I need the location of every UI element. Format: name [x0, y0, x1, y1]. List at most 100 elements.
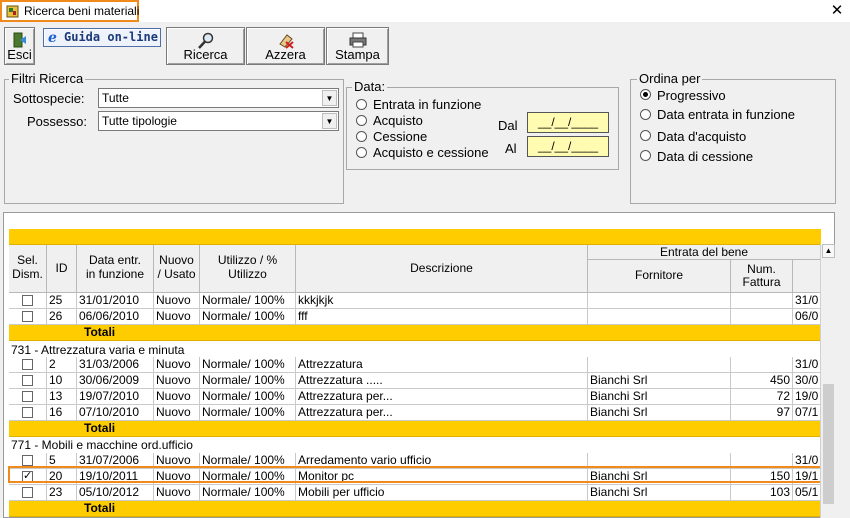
- cell-utilizzo[interactable]: Normale/ 100%: [200, 357, 296, 373]
- cell-utilizzo[interactable]: Normale/ 100%: [200, 309, 296, 325]
- cell-nuovo[interactable]: Nuovo: [154, 373, 200, 389]
- cell-fattura[interactable]: 450: [731, 373, 793, 389]
- header-id[interactable]: ID: [47, 245, 77, 293]
- guida-online-button[interactable]: e Guida on-line: [43, 28, 161, 47]
- cell-id[interactable]: 2: [47, 357, 77, 373]
- cell-fattura[interactable]: 103: [731, 485, 793, 501]
- radio-data-acquisto[interactable]: [640, 130, 651, 141]
- cell-data[interactable]: 31/03/2006: [77, 357, 154, 373]
- header-num-fattura[interactable]: Num. Fattura: [731, 260, 793, 293]
- cell-fattura[interactable]: [731, 293, 793, 309]
- cell-fornitore[interactable]: Bianchi Srl: [588, 389, 731, 405]
- cell-id[interactable]: 10: [47, 373, 77, 389]
- dismiss-checkbox[interactable]: [22, 375, 33, 386]
- chevron-down-icon[interactable]: ▼: [322, 113, 337, 129]
- cell-fattura[interactable]: [731, 309, 793, 325]
- cell-utilizzo[interactable]: Normale/ 100%: [200, 485, 296, 501]
- cell-sel: [9, 405, 47, 421]
- dismiss-checkbox[interactable]: [22, 391, 33, 402]
- cell-data[interactable]: 07/10/2010: [77, 405, 154, 421]
- cell-fornitore[interactable]: [588, 309, 731, 325]
- cell-nuovo[interactable]: Nuovo: [154, 485, 200, 501]
- cell-nuovo[interactable]: Nuovo: [154, 293, 200, 309]
- cell-data[interactable]: 19/07/2010: [77, 389, 154, 405]
- cell-fornitore[interactable]: Bianchi Srl: [588, 373, 731, 389]
- cell-descr[interactable]: kkkjkjk: [296, 293, 588, 309]
- radio-cessione[interactable]: [356, 131, 367, 142]
- cell-utilizzo[interactable]: Normale/ 100%: [200, 293, 296, 309]
- dal-date-input[interactable]: __/__/____: [527, 112, 609, 133]
- cell-utilizzo[interactable]: Normale/ 100%: [200, 389, 296, 405]
- window-title: Ricerca beni materiali: [24, 4, 140, 18]
- header-utilizzo[interactable]: Utilizzo / % Utilizzo: [200, 245, 296, 293]
- al-date-input[interactable]: __/__/____: [527, 136, 609, 157]
- cell-data[interactable]: 30/06/2009: [77, 373, 154, 389]
- cell-nuovo[interactable]: Nuovo: [154, 389, 200, 405]
- scroll-up-icon[interactable]: ▲: [822, 244, 835, 258]
- cell-id[interactable]: 25: [47, 293, 77, 309]
- dismiss-checkbox[interactable]: [22, 359, 33, 370]
- header-sel-dism[interactable]: Sel. Dism.: [9, 245, 47, 293]
- cell-descr[interactable]: Attrezzatura per...: [296, 405, 588, 421]
- totali-row-1: Totali: [9, 325, 821, 341]
- chevron-down-icon[interactable]: ▼: [322, 90, 337, 106]
- dismiss-checkbox[interactable]: [22, 407, 33, 418]
- cell-data[interactable]: 05/10/2012: [77, 485, 154, 501]
- cell-descr[interactable]: fff: [296, 309, 588, 325]
- header-fornitore[interactable]: Fornitore: [588, 260, 731, 293]
- cell-data[interactable]: 06/06/2010: [77, 309, 154, 325]
- cell-fattura[interactable]: [731, 357, 793, 373]
- dismiss-checkbox[interactable]: [22, 311, 33, 322]
- azzera-button[interactable]: Azzera: [246, 27, 325, 65]
- cell-fornitore[interactable]: [588, 293, 731, 309]
- cell-nuovo[interactable]: Nuovo: [154, 405, 200, 421]
- close-button[interactable]: ✕: [826, 0, 848, 22]
- cell-id[interactable]: 26: [47, 309, 77, 325]
- header-descrizione[interactable]: Descrizione: [296, 245, 588, 293]
- radio-acquisto-cessione[interactable]: [356, 147, 367, 158]
- possesso-select[interactable]: Tutte tipologie ▼: [98, 111, 339, 131]
- radio-data-cessione[interactable]: [640, 150, 651, 161]
- cell-data[interactable]: 31/01/2010: [77, 293, 154, 309]
- cell-fornitore[interactable]: [588, 357, 731, 373]
- cell-nuovo[interactable]: Nuovo: [154, 309, 200, 325]
- esci-label: Esci: [7, 47, 32, 62]
- dismiss-checkbox[interactable]: [22, 295, 33, 306]
- cell-id[interactable]: 23: [47, 485, 77, 501]
- radio-data-entrata[interactable]: [640, 109, 651, 120]
- esci-button[interactable]: Esci: [4, 27, 35, 65]
- cell-extra[interactable]: 07/1: [793, 405, 821, 421]
- cell-descr[interactable]: Attrezzatura .....: [296, 373, 588, 389]
- radio-entrata-funzione[interactable]: [356, 99, 367, 110]
- cell-fornitore[interactable]: Bianchi Srl: [588, 485, 731, 501]
- cell-id[interactable]: 16: [47, 405, 77, 421]
- vertical-scrollbar[interactable]: ▲: [820, 244, 835, 518]
- cell-extra[interactable]: 30/0: [793, 373, 821, 389]
- scroll-thumb[interactable]: [823, 384, 834, 504]
- sottospecie-select[interactable]: Tutte ▼: [98, 88, 339, 108]
- cell-fornitore[interactable]: Bianchi Srl: [588, 405, 731, 421]
- cell-descr[interactable]: Mobili per ufficio: [296, 485, 588, 501]
- cell-extra[interactable]: 19/0: [793, 389, 821, 405]
- stampa-button[interactable]: Stampa: [326, 27, 389, 65]
- cell-nuovo[interactable]: Nuovo: [154, 357, 200, 373]
- cell-descr[interactable]: Attrezzatura per...: [296, 389, 588, 405]
- cell-extra[interactable]: 31/0: [793, 357, 821, 373]
- dal-label: Dal: [498, 118, 518, 133]
- cell-extra[interactable]: 31/0: [793, 293, 821, 309]
- cell-utilizzo[interactable]: Normale/ 100%: [200, 373, 296, 389]
- ricerca-button[interactable]: Ricerca: [166, 27, 245, 65]
- header-nuovo-usato[interactable]: Nuovo / Usato: [154, 245, 200, 293]
- cell-extra[interactable]: 05/1: [793, 485, 821, 501]
- cell-descr[interactable]: Attrezzatura: [296, 357, 588, 373]
- cell-utilizzo[interactable]: Normale/ 100%: [200, 405, 296, 421]
- dismiss-checkbox[interactable]: [22, 455, 33, 466]
- cell-extra[interactable]: 06/0: [793, 309, 821, 325]
- radio-acquisto[interactable]: [356, 115, 367, 126]
- radio-progressivo[interactable]: [640, 89, 651, 100]
- cell-fattura[interactable]: 97: [731, 405, 793, 421]
- header-data-entrata[interactable]: Data entr. in funzione: [77, 245, 154, 293]
- cell-fattura[interactable]: 72: [731, 389, 793, 405]
- cell-id[interactable]: 13: [47, 389, 77, 405]
- dismiss-checkbox[interactable]: [22, 487, 33, 498]
